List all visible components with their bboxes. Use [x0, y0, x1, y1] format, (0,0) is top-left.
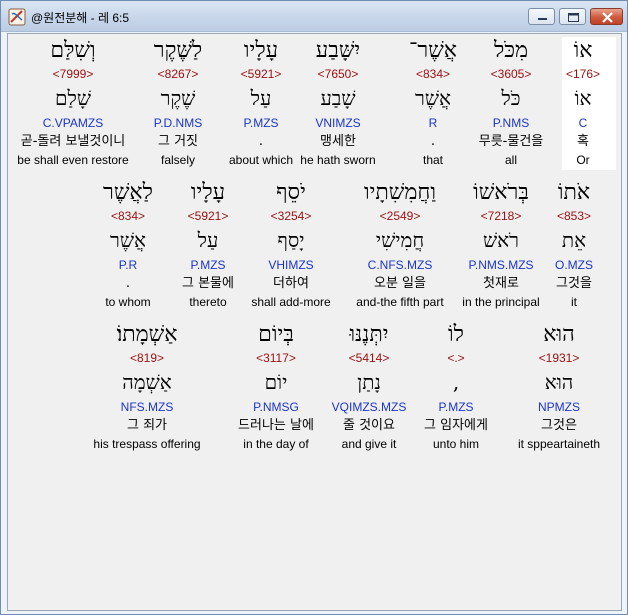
word-korean: 첫재로 [483, 276, 519, 291]
word-morph: P.MZS [190, 258, 226, 272]
title-bar[interactable]: @원전분해 - 레 6:5 [1, 1, 627, 32]
word-strong: <819> [129, 351, 165, 365]
word-morph: P.R [118, 258, 138, 272]
word-hebrew: עָלָיו [190, 180, 226, 205]
word-hebrew: הוּא [543, 322, 575, 347]
word-lemma: אֲשֶׁר [415, 86, 451, 110]
word-lemma: אֲשֶׁר [110, 228, 146, 252]
word-hebrew: אַשְׁמָתוֹ׃ [116, 322, 178, 347]
minimize-icon [538, 18, 547, 20]
word-hebrew: לַאֲשֶׁר [103, 180, 153, 205]
word-strong: <834> [415, 67, 451, 81]
word-morph: P.NMS.MZS [468, 258, 534, 272]
minimize-button[interactable] [528, 8, 555, 25]
maximize-icon [568, 13, 579, 22]
close-button[interactable] [590, 8, 623, 25]
word-strong: <1931> [538, 351, 580, 365]
word-strong: <7218> [480, 209, 522, 223]
word-lemma: הוּא [544, 370, 574, 394]
word-lemma: חֲמִישִׁי [375, 228, 425, 252]
word-morph: R [428, 116, 438, 130]
interlinear-panel[interactable]: אוֹ <176> אוֹ C 혹 Or מִכֹּל <3605> כֹּל P.NMS 무릇-물… [7, 33, 622, 611]
app-icon [8, 8, 26, 26]
word-english: in the day of [243, 437, 309, 451]
word-hebrew: בְּרֹאשׁוֹ [473, 180, 529, 205]
word-lemma: שָׁלַם [55, 86, 91, 110]
word-morph: P.NMSG [253, 400, 299, 414]
word-lemma: רֹאשׁ [483, 228, 519, 252]
word-english: be shall even restore [17, 153, 129, 167]
word-english: his trespass offering [93, 437, 201, 451]
word-korean: 그 본물에 [182, 276, 234, 291]
word-korean: 오분 일을 [374, 276, 426, 291]
word-korean: 곧-돌려 보낼것이니 [20, 134, 126, 149]
word-hebrew: אֲשֶׁר־ [408, 38, 457, 63]
word-english: and-the fifth part [356, 295, 444, 309]
word-morph: NPMZS [538, 400, 580, 414]
word-english: thereto [189, 295, 227, 309]
word-korean: 그 죄가 [126, 418, 167, 433]
word-english: that [422, 153, 443, 167]
window-title: @원전분해 - 레 6:5 [31, 11, 130, 25]
word-lemma: אַשְׁמָה [122, 370, 172, 394]
word-strong: <2549> [379, 209, 421, 223]
word-korean: . [125, 276, 131, 291]
word-morph: C.NFS.MZS [367, 258, 433, 272]
word-english: in the principal [462, 295, 540, 309]
word-lemma: יוֹם [264, 370, 288, 394]
word-korean: 그것은 [541, 418, 577, 433]
word-english: it sppeartaineth [517, 437, 601, 451]
word-english: to whom [105, 295, 151, 309]
word-strong: <7999> [52, 67, 94, 81]
word-hebrew: וְשִׁלַּם [50, 38, 96, 63]
word-strong: <834> [110, 209, 146, 223]
word-strong: <3117> [256, 351, 296, 365]
maximize-button[interactable] [559, 8, 586, 25]
word-hebrew: וַחֲמִשִׁתָיו [363, 180, 437, 205]
close-icon [602, 12, 613, 23]
word-morph: C.VPAMZS [42, 116, 104, 130]
word-morph: NFS.MZS [120, 400, 174, 414]
word-hebrew: בְּיוֹם [258, 322, 294, 347]
app-window: @원전분해 - 레 6:5 אוֹ <176> אוֹ C 혹 Or מִכֹּל <3605… [0, 0, 628, 615]
word-lemma: עַל [197, 228, 219, 252]
word-korean: 드러나는 날에 [238, 418, 314, 433]
word-korean: . [430, 134, 436, 149]
word-strong: <5921> [187, 209, 229, 223]
